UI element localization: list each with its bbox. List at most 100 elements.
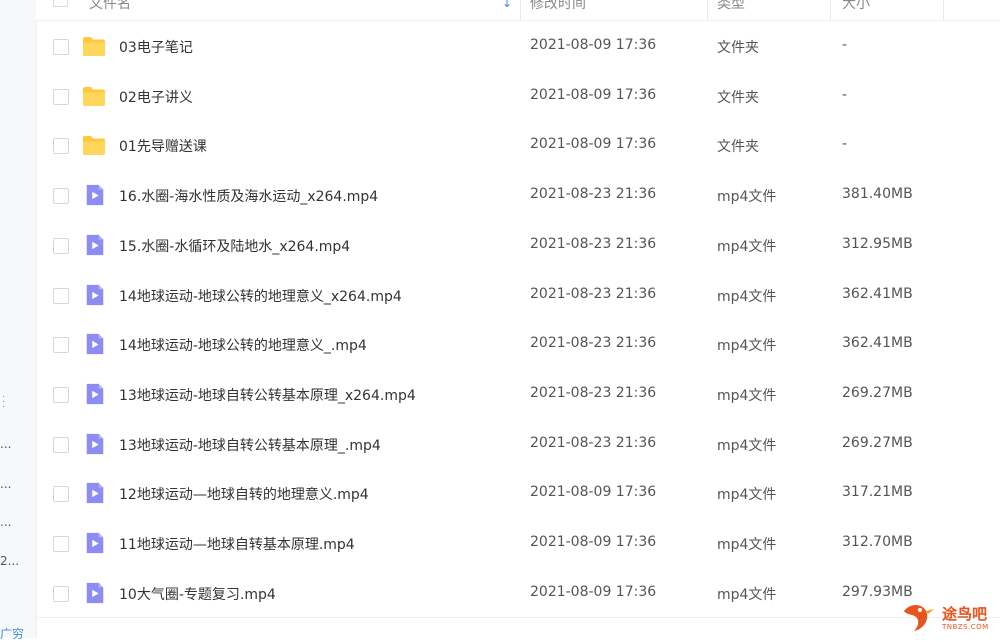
- file-row[interactable]: 14地球运动-地球公转的地理意义_.mp4 2021-08-23 21:36 mp4…: [36, 320, 1000, 369]
- file-row[interactable]: 02电子讲义 2021-08-09 17:36 文件夹 -: [36, 72, 1000, 121]
- file-row[interactable]: 13地球运动-地球自转公转基本原理_x264.mp4 2021-08-23 21:…: [36, 370, 1000, 419]
- file-name[interactable]: 13地球运动-地球自转公转基本原理_.mp4: [119, 435, 381, 455]
- file-type: mp4文件: [717, 387, 777, 404]
- row-checkbox[interactable]: [53, 88, 69, 105]
- file-row[interactable]: 12地球运动—地球自转的地理意义.mp4 2021-08-09 17:36 mp4文…: [36, 469, 1000, 518]
- row-checkbox[interactable]: [53, 39, 69, 55]
- file-name[interactable]: 10大气圈-专题复习.mp4: [119, 584, 276, 604]
- row-checkbox[interactable]: [53, 138, 69, 155]
- file-mtime: 2021-08-23 21:36: [530, 186, 657, 203]
- file-mtime: 2021-08-23 21:36: [530, 235, 657, 252]
- column-divider[interactable]: [707, 0, 708, 20]
- file-mtime: 2021-08-09 17:36: [530, 86, 657, 103]
- file-type: 文件夹: [717, 89, 759, 106]
- file-mtime: 2021-08-23 21:36: [530, 335, 657, 352]
- file-type: mp4文件: [717, 437, 777, 454]
- file-type: mp4文件: [717, 189, 777, 206]
- row-checkbox[interactable]: [53, 585, 69, 602]
- file-type: mp4文件: [717, 586, 777, 603]
- row-checkbox[interactable]: [53, 386, 69, 403]
- file-size: -: [842, 86, 848, 103]
- file-type: mp4文件: [717, 487, 777, 504]
- file-size: 312.95MB: [842, 235, 913, 252]
- select-all-checkbox[interactable]: [53, 0, 68, 7]
- file-name[interactable]: 16.水圈-海水性质及海水运动_x264.mp4: [119, 186, 378, 206]
- file-row[interactable]: 13地球运动-地球自转公转基本原理_.mp4 2021-08-23 21:36 mp…: [36, 420, 1000, 469]
- sidebar-item-fragment[interactable]: ...: [0, 437, 11, 451]
- watermark-text: 途鸟吧: [942, 605, 988, 623]
- file-name[interactable]: 01先导赠送课: [119, 136, 207, 156]
- row-checkbox[interactable]: [53, 237, 69, 254]
- file-type: mp4文件: [717, 288, 777, 305]
- file-name[interactable]: 15.水圈-水循环及陆地水_x264.mp4: [119, 236, 350, 256]
- row-checkbox[interactable]: [53, 188, 69, 205]
- video-file-icon: [82, 532, 106, 554]
- file-size: 297.93MB: [842, 583, 913, 600]
- file-row[interactable]: 01先导赠送课 2021-08-09 17:36 文件夹 -: [36, 121, 1000, 170]
- file-row[interactable]: 03电子笔记 2021-08-09 17:36 文件夹 -: [36, 22, 1000, 71]
- sidebar-item-fragment[interactable]: ...: [0, 477, 11, 491]
- folder-icon: [82, 85, 106, 107]
- file-mtime: 2021-08-09 17:36: [530, 484, 657, 501]
- video-file-icon: [82, 284, 106, 306]
- folder-icon: [82, 134, 106, 156]
- sidebar-item-fragment[interactable]: ...: [0, 515, 11, 529]
- file-type: mp4文件: [717, 537, 777, 553]
- file-size: 362.41MB: [842, 335, 913, 352]
- file-row[interactable]: 15.水圈-水循环及陆地水_x264.mp4 2021-08-23 21:36 mp…: [36, 221, 1000, 270]
- sidebar-partial: · · · ... ... ... 2... 广穷: [0, 0, 37, 641]
- column-divider[interactable]: [943, 0, 944, 20]
- row-checkbox[interactable]: [53, 486, 69, 503]
- sidebar-item-fragment[interactable]: 2...: [0, 554, 19, 568]
- column-header-mtime[interactable]: 修改时间: [530, 0, 586, 13]
- file-mtime: 2021-08-23 21:36: [530, 285, 657, 302]
- sort-arrow-icon[interactable]: ↓: [502, 0, 512, 10]
- bird-logo-icon: [904, 605, 934, 631]
- list-bottom-border: [36, 617, 1000, 618]
- file-name[interactable]: 14地球运动-地球公转的地理意义_x264.mp4: [119, 286, 402, 306]
- file-row[interactable]: 16.水圈-海水性质及海水运动_x264.mp4 2021-08-23 21:36…: [36, 171, 1000, 220]
- file-type: mp4文件: [717, 338, 777, 355]
- video-file-icon: [82, 433, 106, 455]
- file-mtime: 2021-08-09 17:36: [530, 37, 657, 53]
- file-type: 文件夹: [717, 139, 759, 156]
- file-type: mp4文件: [717, 238, 777, 255]
- video-file-icon: [82, 482, 106, 504]
- row-checkbox[interactable]: [53, 337, 69, 354]
- video-file-icon: [82, 234, 106, 256]
- row-checkbox[interactable]: [53, 287, 69, 304]
- video-file-icon: [82, 184, 106, 206]
- file-name[interactable]: 13地球运动-地球自转公转基本原理_x264.mp4: [119, 385, 416, 405]
- file-mtime: 2021-08-23 21:36: [530, 384, 657, 401]
- file-name[interactable]: 03电子笔记: [119, 37, 193, 57]
- file-name[interactable]: 11地球运动—地球自转基本原理.mp4: [119, 534, 355, 554]
- file-name[interactable]: 12地球运动—地球自转的地理意义.mp4: [119, 484, 369, 504]
- file-mtime: 2021-08-09 17:36: [530, 534, 657, 550]
- file-row[interactable]: 14地球运动-地球公转的地理意义_x264.mp4 2021-08-23 21:3…: [36, 271, 1000, 320]
- column-header-type[interactable]: 类型: [717, 0, 745, 13]
- file-mtime: 2021-08-23 21:36: [530, 434, 657, 451]
- sidebar-item-fragment[interactable]: 广穷: [0, 625, 24, 642]
- file-size: 312.70MB: [842, 534, 913, 550]
- file-row[interactable]: 10大气圈-专题复习.mp4 2021-08-09 17:36 mp4文件 297.9…: [36, 569, 1000, 618]
- file-size: 362.41MB: [842, 285, 913, 302]
- file-name[interactable]: 14地球运动-地球公转的地理意义_.mp4: [119, 335, 367, 355]
- video-file-icon: [82, 582, 106, 604]
- file-size: 317.21MB: [842, 484, 913, 501]
- file-name[interactable]: 02电子讲义: [119, 87, 193, 107]
- file-mtime: 2021-08-09 17:36: [530, 136, 657, 153]
- file-size: -: [842, 37, 848, 53]
- file-size: -: [842, 136, 848, 153]
- file-size: 269.27MB: [842, 384, 913, 401]
- column-divider[interactable]: [830, 0, 831, 20]
- row-checkbox[interactable]: [53, 436, 69, 453]
- file-row[interactable]: 11地球运动—地球自转基本原理.mp4 2021-08-09 17:36 mp4文件…: [36, 519, 1000, 568]
- file-type: 文件夹: [717, 40, 759, 56]
- file-list-header: 文件名 ↓ 修改时间 类型 大小: [36, 0, 1000, 21]
- column-header-name[interactable]: 文件名: [89, 0, 131, 13]
- file-size: 269.27MB: [842, 434, 913, 451]
- column-header-size[interactable]: 大小: [842, 0, 870, 13]
- video-file-icon: [82, 333, 106, 355]
- column-divider[interactable]: [520, 0, 521, 20]
- row-checkbox[interactable]: [53, 536, 69, 552]
